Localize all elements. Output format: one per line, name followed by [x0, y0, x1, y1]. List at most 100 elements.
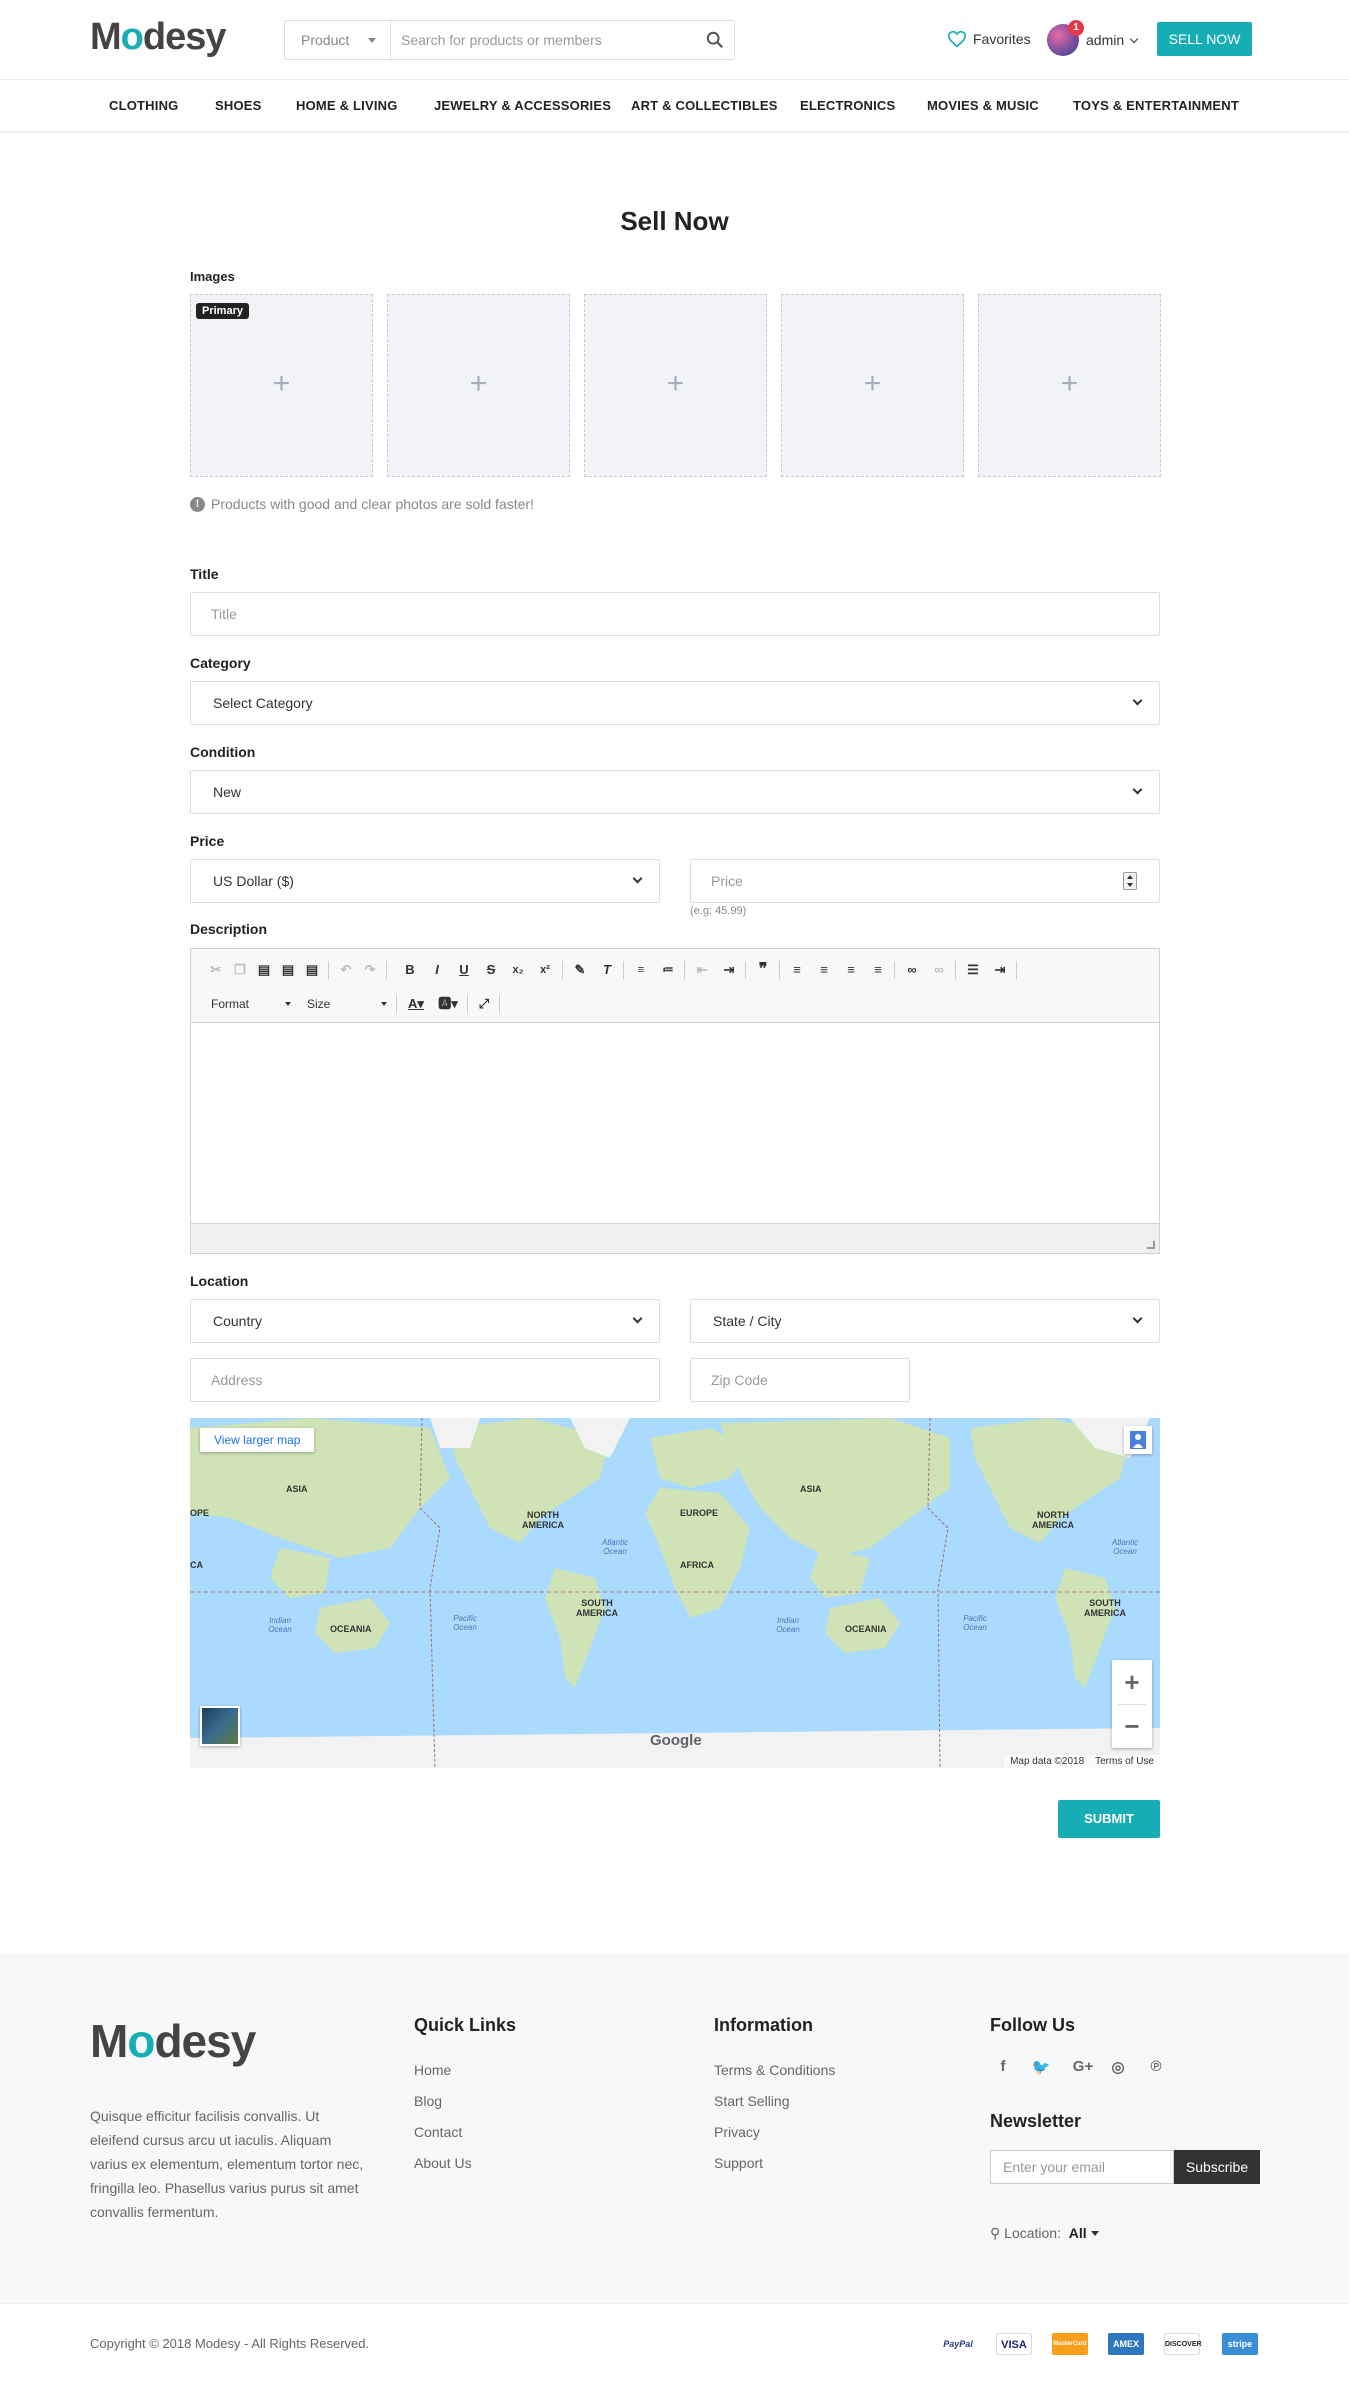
nav-item-movies-music[interactable]: MOVIES & MUSIC — [927, 98, 1039, 113]
footer-link-support[interactable]: Support — [714, 2155, 763, 2171]
strikethrough-icon[interactable]: S — [480, 959, 502, 981]
location-map[interactable]: ASIA NORTH AMERICA EUROPE ASIA NORTH AME… — [190, 1418, 1160, 1768]
zoom-out-button[interactable]: − — [1112, 1704, 1152, 1748]
plus-icon: + — [863, 367, 882, 400]
image-slot[interactable]: + — [387, 294, 570, 477]
link-icon[interactable]: ∞ — [901, 959, 923, 981]
nav-item-jewelry[interactable]: JEWELRY & ACCESSORIES — [434, 98, 611, 113]
category-select[interactable]: Select Category — [190, 681, 1160, 725]
nav-item-art[interactable]: ART & COLLECTIBLES — [631, 98, 778, 113]
subscribe-button[interactable]: Subscribe — [1174, 2150, 1260, 2184]
size-dropdown[interactable]: Size — [307, 993, 387, 1015]
zip-code-input[interactable]: Zip Code — [690, 1358, 910, 1402]
align-center-icon[interactable]: ≡ — [813, 959, 835, 981]
nav-item-clothing[interactable]: CLOTHING — [109, 98, 178, 113]
condition-select[interactable]: New — [190, 770, 1160, 814]
submit-button[interactable]: SUBMIT — [1058, 1800, 1160, 1838]
toolbar-separator — [396, 995, 397, 1013]
footer-logo[interactable]: Modesy — [90, 2014, 256, 2068]
pinterest-icon[interactable]: ℗ — [1146, 2058, 1166, 2078]
image-slot[interactable]: + — [584, 294, 767, 477]
location-selector[interactable]: ⚲ Location: All — [990, 2225, 1099, 2242]
search-input[interactable] — [391, 21, 691, 59]
unlink-icon[interactable]: ∞ — [928, 959, 950, 981]
remove-format-icon[interactable]: T — [596, 959, 618, 981]
satellite-toggle[interactable] — [200, 1706, 240, 1746]
undo-icon[interactable]: ↶ — [335, 959, 357, 981]
maximize-icon[interactable]: ⤢ — [473, 993, 495, 1015]
site-logo[interactable]: Modesy — [90, 16, 226, 59]
copy-format-icon[interactable]: ✎ — [569, 959, 591, 981]
currency-select[interactable]: US Dollar ($) — [190, 859, 660, 903]
view-larger-map-link[interactable]: View larger map — [200, 1428, 315, 1452]
image-slot-primary[interactable]: Primary + — [190, 294, 373, 477]
google-plus-icon[interactable]: G+ — [1069, 2058, 1097, 2078]
paste-icon[interactable]: ▤ — [253, 959, 275, 981]
horizontal-rule-icon[interactable]: ☰ — [962, 959, 984, 981]
sell-now-button[interactable]: SELL NOW — [1157, 22, 1252, 56]
underline-icon[interactable]: U — [453, 959, 475, 981]
instagram-icon[interactable]: ◎ — [1108, 2058, 1128, 2078]
facebook-icon[interactable]: f — [993, 2058, 1013, 2078]
align-right-icon[interactable]: ≡ — [840, 959, 862, 981]
ocean-label: Indian Ocean — [268, 1616, 292, 1634]
amex-icon: AMEX — [1108, 2333, 1144, 2355]
newsletter-email-input[interactable]: Enter your email — [990, 2150, 1174, 2184]
format-dropdown[interactable]: Format — [211, 993, 291, 1015]
outdent-icon[interactable]: ⇤ — [691, 959, 713, 981]
superscript-icon[interactable]: x² — [534, 959, 556, 981]
search-icon[interactable] — [706, 31, 724, 49]
image-slot[interactable]: + — [978, 294, 1161, 477]
address-input[interactable]: Address — [190, 1358, 660, 1402]
image-slot[interactable]: + — [781, 294, 964, 477]
bulleted-list-icon[interactable]: ≔ — [657, 959, 679, 981]
nav-item-shoes[interactable]: SHOES — [215, 98, 262, 113]
paste-word-icon[interactable]: ▤ — [301, 959, 323, 981]
title-label: Title — [190, 566, 219, 582]
editor-toolbar: ✂ ❐ ▤ ▤ ▤ ↶ ↷ B I U S x₂ x² ✎ T ≡ ≔ ⇤ ⇥ … — [191, 949, 1159, 1023]
footer-link-start-selling[interactable]: Start Selling — [714, 2093, 789, 2109]
copy-icon[interactable]: ❐ — [229, 959, 251, 981]
user-menu[interactable]: admin — [1086, 32, 1139, 48]
number-spinner[interactable] — [1123, 872, 1137, 890]
indent-block-icon[interactable]: ⇥ — [989, 959, 1011, 981]
zoom-in-button[interactable]: + — [1112, 1660, 1152, 1704]
text-color-icon[interactable]: A▾ — [401, 993, 431, 1015]
chevron-down-icon — [632, 873, 643, 884]
search-category-select[interactable]: Product — [285, 21, 391, 59]
cut-icon[interactable]: ✂ — [205, 959, 227, 981]
align-left-icon[interactable]: ≡ — [786, 959, 808, 981]
background-color-icon[interactable]: 🅰▾ — [433, 993, 463, 1015]
footer-link-blog[interactable]: Blog — [414, 2093, 442, 2109]
footer-link-terms[interactable]: Terms & Conditions — [714, 2062, 835, 2078]
numbered-list-icon[interactable]: ≡ — [630, 959, 652, 981]
map-terms-link[interactable]: Terms of Use — [1095, 1756, 1154, 1767]
indent-icon[interactable]: ⇥ — [718, 959, 740, 981]
map-label: NORTH AMERICA — [522, 1510, 564, 1530]
paste-text-icon[interactable]: ▤ — [277, 959, 299, 981]
bold-icon[interactable]: B — [399, 959, 421, 981]
title-input[interactable]: Title — [190, 592, 1160, 636]
editor-text-area[interactable] — [191, 1023, 1159, 1223]
price-input[interactable]: Price — [690, 859, 1160, 903]
align-justify-icon[interactable]: ≡ — [867, 959, 889, 981]
images-label: Images — [190, 269, 235, 284]
subscript-icon[interactable]: x₂ — [507, 959, 529, 981]
nav-item-home-living[interactable]: HOME & LIVING — [296, 98, 398, 113]
country-select[interactable]: Country — [190, 1299, 660, 1343]
street-view-pegman-icon[interactable] — [1124, 1426, 1152, 1454]
footer-link-about[interactable]: About Us — [414, 2155, 472, 2171]
state-city-select[interactable]: State / City — [690, 1299, 1160, 1343]
italic-icon[interactable]: I — [426, 959, 448, 981]
favorites-link[interactable]: Favorites — [947, 30, 1031, 48]
nav-item-toys[interactable]: TOYS & ENTERTAINMENT — [1073, 98, 1239, 113]
blockquote-icon[interactable]: ❞ — [752, 959, 774, 981]
redo-icon[interactable]: ↷ — [359, 959, 381, 981]
footer-link-privacy[interactable]: Privacy — [714, 2124, 760, 2140]
twitter-icon[interactable]: 🐦 — [1031, 2058, 1051, 2078]
resize-handle-icon[interactable] — [1147, 1241, 1155, 1249]
footer-link-home[interactable]: Home — [414, 2062, 451, 2078]
footer-link-contact[interactable]: Contact — [414, 2124, 462, 2140]
nav-item-electronics[interactable]: ELECTRONICS — [800, 98, 895, 113]
editor-statusbar — [191, 1223, 1159, 1253]
